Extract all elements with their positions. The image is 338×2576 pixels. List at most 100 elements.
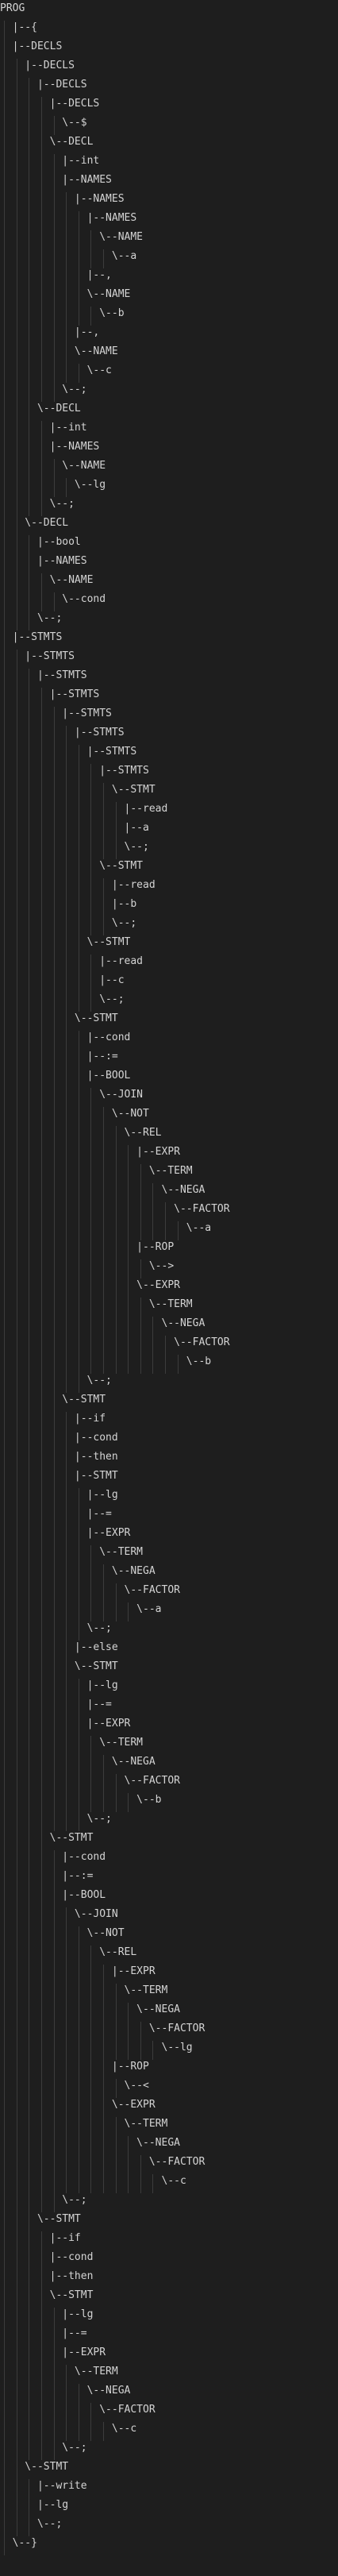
tree-line: |--lg	[0, 1489, 118, 1501]
tree-line: |--STMTS	[0, 746, 137, 758]
tree-line: |--:=	[0, 1051, 118, 1062]
tree-line: \--;	[0, 498, 75, 510]
tree-line: |--if	[0, 1413, 106, 1425]
indent-guide	[90, 1088, 91, 1374]
tree-line: \--a	[0, 250, 137, 262]
tree-line: |--then	[0, 2270, 94, 2282]
indent-guide	[54, 1850, 55, 2212]
indent-guide	[41, 421, 42, 516]
tree-line: |--ROP	[0, 2061, 149, 2073]
tree-line: \--STMT	[0, 2461, 69, 2473]
indent-guide	[165, 1336, 166, 1374]
indent-guide	[66, 1412, 67, 1831]
tree-line: \--STMT	[0, 1394, 106, 1406]
tree-line: |--int	[0, 155, 100, 167]
indent-guide	[103, 2422, 104, 2441]
tree-line: |--cond	[0, 1432, 118, 1444]
tree-line: |--NAMES	[0, 555, 87, 567]
tree-line: \--}	[0, 2537, 37, 2549]
tree-line: \--cond	[0, 593, 106, 605]
tree-line: |--lg	[0, 1679, 118, 1691]
tree-line: \--JOIN	[0, 1908, 118, 1920]
indent-guide	[128, 2136, 129, 2193]
indent-guide	[140, 1298, 141, 1374]
tree-line: \--;	[0, 612, 63, 624]
tree-line: \--STMT	[0, 1832, 94, 1844]
tree-line: |--=	[0, 2327, 87, 2339]
tree-line: |--cond	[0, 2251, 94, 2263]
tree-line: |--ROP	[0, 1241, 175, 1253]
indent-guide	[152, 1317, 153, 1374]
tree-line: |--read	[0, 955, 144, 967]
tree-line: \--REL	[0, 1946, 137, 1958]
tree-line: |--STMTS	[0, 631, 63, 643]
tree-line: \--NEGA	[0, 1565, 156, 1577]
indent-guide	[116, 1126, 117, 1374]
tree-line: \--FACTOR	[0, 2404, 156, 2416]
tree-line: |--a	[0, 822, 149, 834]
tree-line: \--;	[0, 2194, 87, 2206]
tree-line: \--DECL	[0, 403, 81, 415]
tree-line: |--NAMES	[0, 212, 137, 224]
indent-guide	[90, 1545, 91, 1622]
indent-guide	[116, 2079, 117, 2098]
indent-guide	[178, 1221, 179, 1240]
indent-guide	[128, 1145, 129, 1374]
tree-line: \--FACTOR	[0, 1203, 230, 1215]
tree-line: \--EXPR	[0, 2099, 156, 2111]
tree-line: \--;	[0, 993, 125, 1005]
indent-guide	[116, 1984, 117, 2060]
indent-guide	[128, 2003, 129, 2060]
indent-guide	[66, 1907, 67, 2193]
indent-guide	[116, 2117, 117, 2193]
indent-guide	[90, 764, 91, 935]
tree-line: \--;	[0, 917, 137, 929]
tree-line: \--NEGA	[0, 1756, 156, 1768]
tree-line: |--EXPR	[0, 1965, 156, 1977]
indent-guide	[116, 1774, 117, 1812]
indent-guide	[103, 783, 104, 859]
tree-line: \--lg	[0, 479, 106, 491]
indent-guide	[116, 1583, 117, 1622]
tree-line: \--;	[0, 2442, 87, 2454]
tree-line: \--TERM	[0, 2366, 118, 2377]
tree-line: |--,	[0, 326, 100, 338]
tree-line: |--STMTS	[0, 650, 75, 662]
indent-guide	[140, 2155, 141, 2193]
indent-guide	[41, 2231, 42, 2460]
tree-line: \--JOIN	[0, 1089, 144, 1101]
indent-guide	[66, 478, 67, 497]
tree-line: |--STMTS	[0, 765, 149, 777]
indent-guide	[103, 878, 104, 935]
tree-line: \--STMT	[0, 784, 156, 796]
indent-guide	[90, 2403, 91, 2441]
tree-line: PROG	[0, 2, 25, 14]
tree-line: \--c	[0, 2423, 137, 2435]
tree-line: |--bool	[0, 536, 81, 548]
indent-guide	[66, 192, 67, 383]
tree-line: \--DECL	[0, 136, 94, 148]
tree-line: |--DECLS	[0, 60, 75, 71]
indent-guide	[54, 116, 55, 135]
tree-line: \--NAME	[0, 231, 144, 243]
tree-line: |--cond	[0, 1851, 106, 1863]
indent-guide	[90, 1945, 91, 2193]
tree-line: |--DECLS	[0, 79, 87, 91]
tree-line: \--TERM	[0, 2118, 168, 2130]
tree-line: |--DECLS	[0, 40, 63, 52]
indent-guide	[140, 1259, 141, 1278]
tree-line: \--b	[0, 1794, 162, 1806]
tree-line: |--STMTS	[0, 688, 100, 700]
indent-guide	[54, 459, 55, 497]
indent-guide	[90, 954, 91, 1012]
tree-line: |--else	[0, 1641, 118, 1653]
indent-guide	[103, 1564, 104, 1622]
tree-line: |--lg	[0, 2308, 94, 2320]
tree-line: \--;	[0, 384, 87, 395]
tree-line: \--STMT	[0, 1012, 118, 1024]
tree-line: |--EXPR	[0, 2347, 106, 2358]
indent-guide	[128, 1793, 129, 1812]
tree-line: \--FACTOR	[0, 1336, 230, 1348]
tree-line: |--:=	[0, 1870, 94, 1882]
tree-line: \--STMT	[0, 860, 144, 872]
